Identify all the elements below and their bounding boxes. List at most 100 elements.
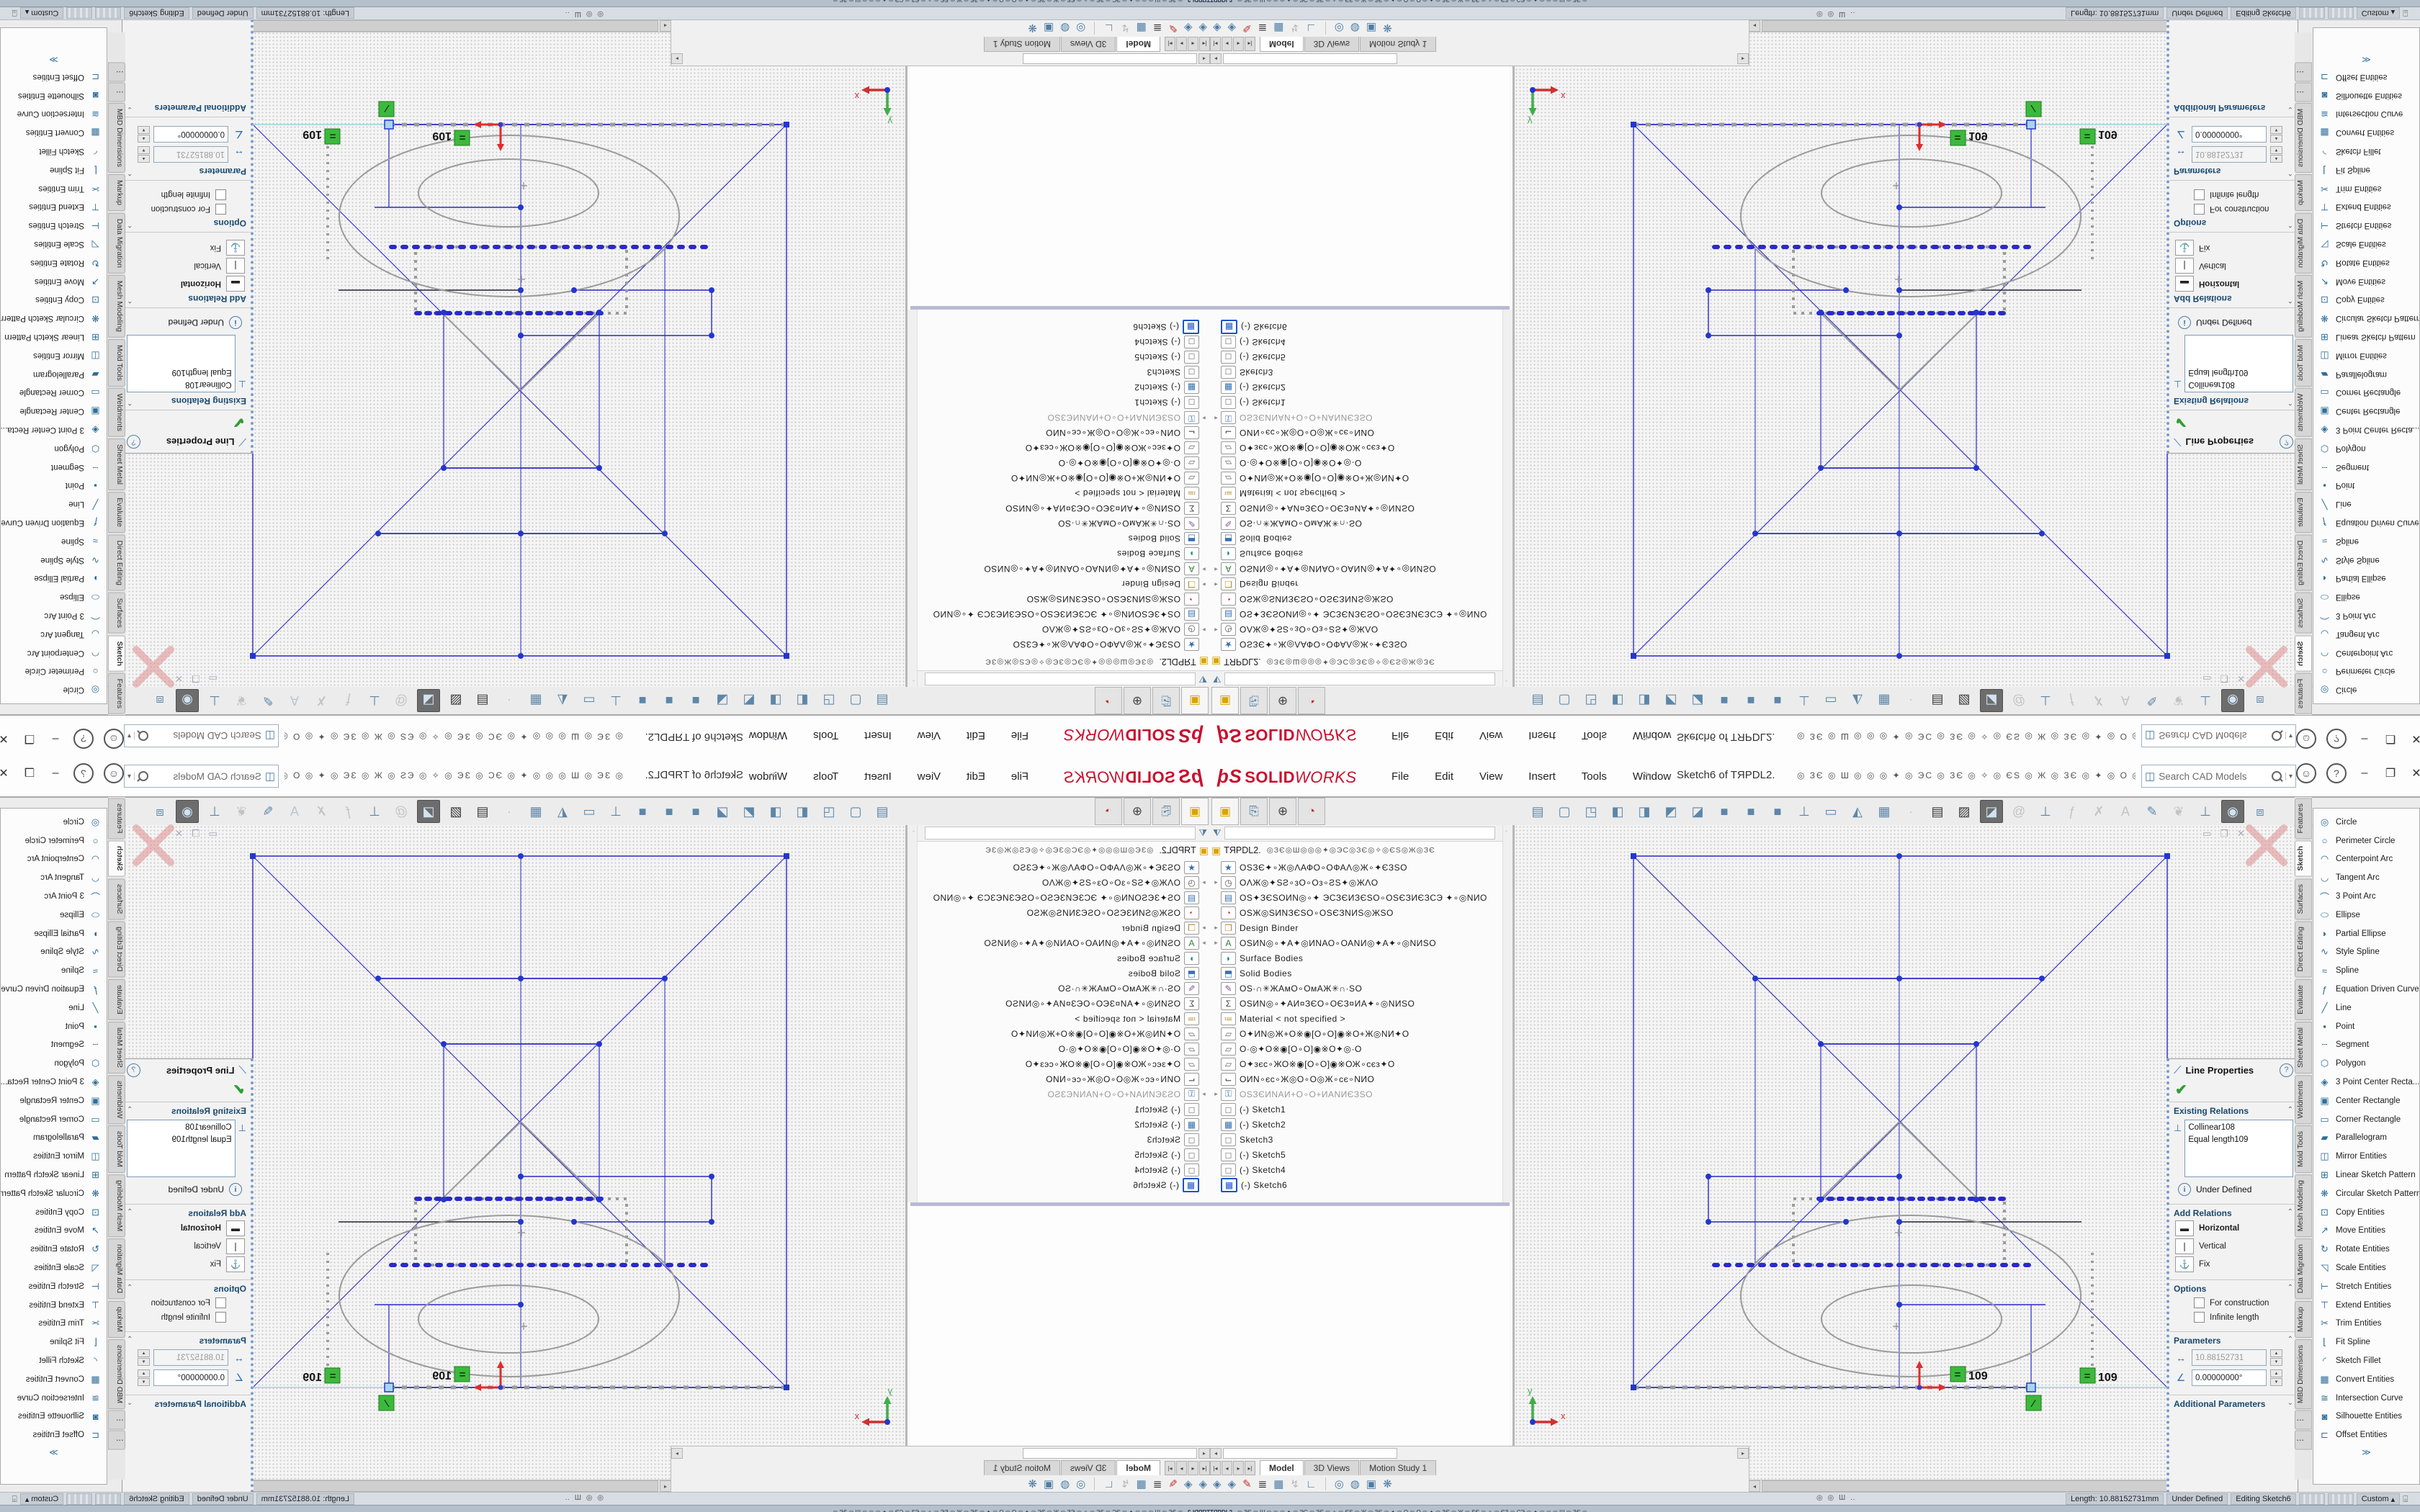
flyout-item-copy-entities[interactable]: ⊡Copy Entities: [2313, 1203, 2419, 1222]
motion-tool-icon[interactable]: ◈: [1228, 22, 1237, 35]
motion-tool-icon[interactable]: ✎: [1242, 1477, 1252, 1490]
3d-view-icon[interactable]: ⧈: [149, 801, 171, 822]
flyout-item-3-point-center-recta[interactable]: ◈3 Point Center Recta...: [1, 420, 107, 439]
tree-item-gauge[interactable]: ◔ОЅЖ◎ЅИNЗЄЅО∘ОЅЄЗNИЅ◎ЖЅО: [1211, 905, 1501, 920]
tree-item-report[interactable]: ▤ОЅ✦ЗЄЅОИN◎∘✦ ЭСЗЄИЗЄЅО∘ОЅЄЗИЄЗСЭ ✦∘◎NИО: [919, 890, 1209, 905]
tab-direct-editing[interactable]: Direct Editing: [2295, 534, 2312, 590]
flyout-item-circular-sketch-pattern[interactable]: ❋Circular Sketch Pattern: [1, 1184, 107, 1203]
save-icon[interactable]: ▤: [472, 690, 493, 711]
close-button[interactable]: ✕: [2408, 732, 2420, 746]
flyout-item-3-point-center-recta[interactable]: ◈3 Point Center Recta...: [1, 1073, 107, 1092]
flyout-item-centerpoint-arc[interactable]: ◠Centerpoint Arc: [2313, 644, 2419, 662]
scroll-right-icon[interactable]: ▸: [671, 1448, 683, 1459]
flyout-item-style-spline[interactable]: ∿Style Spline: [1, 943, 107, 962]
motion-scrollbar[interactable]: ◂ ▸: [1210, 53, 1749, 64]
tree-item-origin[interactable]: ⌙ОИN∘єс∘Ж◎О∘О◎Ж∘сє∘NИО: [1211, 426, 1501, 441]
flyout-item-line[interactable]: ╱Line: [2313, 495, 2419, 513]
collapse-icon[interactable]: ⌃: [2287, 1208, 2293, 1218]
flyout-item-convert-entities[interactable]: ▦Convert Entities: [2313, 123, 2419, 142]
flyout-item-center-rectangle[interactable]: ▣Center Rectangle: [1, 402, 107, 420]
doc-window-control-icon[interactable]: ✕: [175, 828, 183, 840]
flyout-item-parallelogram[interactable]: ▰Parallelogram: [1, 1129, 107, 1148]
collapse-icon[interactable]: ⌃: [2287, 294, 2293, 304]
more-commands-icon[interactable]: ≫: [2313, 1447, 2419, 1457]
menu-edit[interactable]: Edit: [1432, 729, 1456, 744]
relations-listbox[interactable]: Collinear108Equal length109: [2184, 1120, 2293, 1177]
tree-item-material[interactable]: ≔Material < not specified >: [919, 486, 1209, 501]
motion-tool-icon[interactable]: ❋: [1028, 1477, 1037, 1490]
menu-view[interactable]: View: [915, 729, 944, 744]
shadow-view-icon[interactable]: ◪: [712, 801, 733, 822]
tree-item-sketch[interactable]: ◻(-) Sketch1: [1211, 395, 1501, 410]
motion-tool-icon[interactable]: ≣: [1153, 22, 1162, 35]
pin-icon[interactable]: ➢: [768, 730, 778, 744]
tree-item-equations[interactable]: ΣОЅИN◎∘✦АИ¤ЗЄО∘ОЄЗ¤ИА✦∘◎NИЅО: [1211, 501, 1501, 516]
section-header[interactable]: Parameters⌃: [2174, 166, 2293, 176]
close-button[interactable]: ✕: [0, 732, 12, 746]
length-input[interactable]: 10.88152731: [153, 146, 228, 163]
menu-view[interactable]: View: [1476, 729, 1505, 744]
tab-mold-tools[interactable]: Mold Tools: [2295, 1125, 2312, 1173]
tree-item-sketch[interactable]: ◻Sketch3: [1211, 1132, 1501, 1147]
solid-view-icon[interactable]: ■: [658, 690, 680, 711]
flyout-item-scale-entities[interactable]: ◹Scale Entities: [1, 1259, 107, 1277]
menu-edit[interactable]: Edit: [964, 769, 988, 784]
flyout-item-center-rectangle[interactable]: ▣Center Rectangle: [2313, 402, 2419, 420]
flyout-item-centerpoint-arc[interactable]: ◠Centerpoint Arc: [1, 644, 107, 662]
flyout-item-partial-ellipse[interactable]: ◗Partial Ellipse: [2313, 569, 2419, 588]
flyout-item-segment[interactable]: ┄Segment: [1, 1036, 107, 1055]
3d-view-icon[interactable]: ⧈: [2249, 801, 2271, 822]
appearance-icon[interactable]: ❦: [230, 801, 252, 822]
motion-tool-icon[interactable]: ◈: [1184, 1477, 1193, 1490]
flyout-item-spline[interactable]: ≈Spline: [2313, 532, 2419, 551]
flyout-item-linear-sketch-pattern[interactable]: ⊞Linear Sketch Pattern: [2313, 1166, 2419, 1184]
tab-sketch[interactable]: Sketch: [108, 635, 125, 671]
motion-tool-icon[interactable]: ◈: [1213, 1477, 1222, 1490]
flyout-item-parallelogram[interactable]: ▰Parallelogram: [1, 365, 107, 384]
motion-tool-icon[interactable]: ↯: [1290, 22, 1299, 35]
tree-item-surface-bodies[interactable]: ◗Surface Bodies: [919, 546, 1209, 562]
tree-item-sketch[interactable]: ◻(-) Sketch4: [1211, 1162, 1501, 1177]
doc-window-control-icon[interactable]: ▭: [2202, 828, 2211, 840]
checkbox[interactable]: [2194, 1312, 2205, 1323]
solid-view-icon[interactable]: ■: [1713, 801, 1735, 822]
3d-view-icon[interactable]: ⧈: [2249, 690, 2271, 711]
expand-arrow-icon[interactable]: ▸: [1199, 580, 1209, 588]
flyout-item-parallelogram[interactable]: ▰Parallelogram: [2313, 1129, 2419, 1148]
tab-mesh-modeling[interactable]: Mesh Modeling: [2295, 275, 2312, 338]
tree-item-sketch[interactable]: ◻Sketch3: [919, 365, 1209, 380]
motion-tool-icon[interactable]: ▦: [1137, 1477, 1147, 1490]
tab-features[interactable]: Features: [2295, 673, 2312, 714]
motion-tool-icon[interactable]: ▣: [1044, 1477, 1054, 1490]
tree-item-plane[interactable]: ▱О✦ИN◎Ж+О※◉[О∘О]◉※О+Ж◎NИ✦О: [919, 471, 1209, 486]
annotation-icon[interactable]: @: [390, 801, 412, 822]
delete-relations-icon[interactable]: ✗: [2088, 690, 2110, 711]
tree-item-history[interactable]: ★ОЅЗЄ✦∘Ж◎ΛАФО∘ОФАΛ◎Ж∘✦ЄЗЅО: [919, 637, 1209, 652]
section-view-icon[interactable]: ◭: [552, 690, 573, 711]
flyout-item-line[interactable]: ╱Line: [1, 495, 107, 513]
close-button[interactable]: ✕: [2408, 766, 2420, 780]
tree-root-item[interactable]: ▣ TЯPDL2. ◎ЗЄ◎Ш◎◎◎✦◎ЭС◎ЗЄ◎✧◎ЄЅ◎Ж◎ЗЄ: [920, 654, 1209, 670]
expand-arrow-icon[interactable]: ▸: [1199, 626, 1209, 634]
tree-scrollbar[interactable]: [908, 825, 918, 1202]
doc-window-control-icon[interactable]: ❐: [2220, 672, 2228, 684]
annotation-icon[interactable]: @: [2008, 690, 2030, 711]
document-icon[interactable]: ▤: [871, 690, 893, 711]
flyout-item-move-entities[interactable]: ↗Move Entities: [1, 272, 107, 291]
document-icon[interactable]: ▤: [1527, 801, 1549, 822]
pin-icon[interactable]: ➢: [1642, 768, 1652, 782]
equation-icon[interactable]: ƒ: [337, 690, 359, 711]
tab-direct-editing[interactable]: Direct Editing: [108, 534, 125, 590]
angle-input[interactable]: 0.00000000°: [153, 1369, 228, 1386]
tab-sheet-metal[interactable]: Sheet Metal: [2295, 438, 2312, 490]
flyout-item-style-spline[interactable]: ∿Style Spline: [2313, 551, 2419, 570]
search-icon[interactable]: [2272, 771, 2282, 781]
flyout-item-offset-entities[interactable]: ⊏Offset Entities: [2313, 68, 2419, 86]
tab-item[interactable]: ⋮: [2295, 83, 2312, 102]
minimize-button[interactable]: –: [2357, 732, 2372, 745]
menu-insert[interactable]: Insert: [861, 769, 895, 784]
solid-view-icon[interactable]: ■: [1740, 690, 1762, 711]
flyout-item-tangent-arc[interactable]: ◡Tangent Arc: [2313, 868, 2419, 887]
tab-markup[interactable]: Markup: [2295, 174, 2312, 211]
expand-arrow-icon[interactable]: ▸: [1211, 1090, 1221, 1098]
